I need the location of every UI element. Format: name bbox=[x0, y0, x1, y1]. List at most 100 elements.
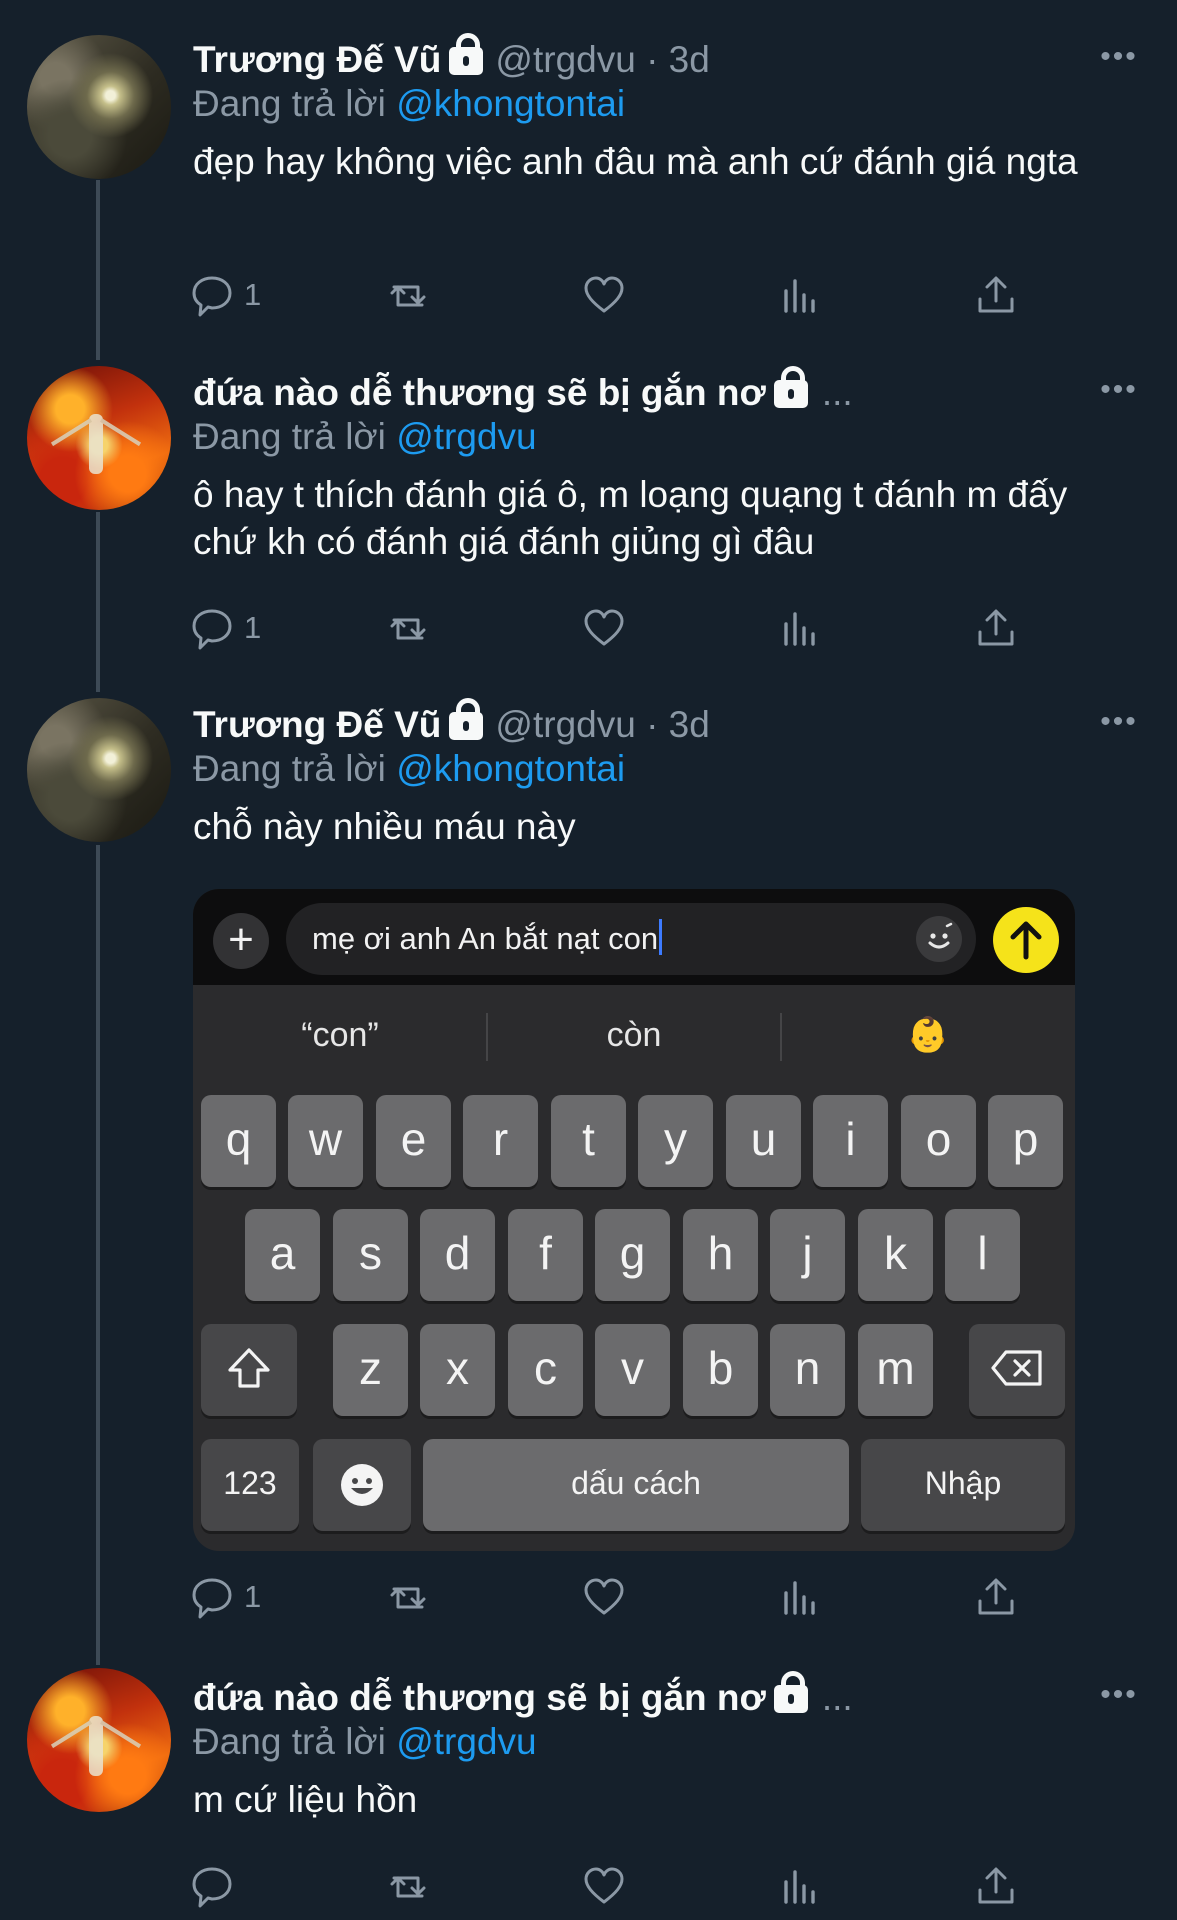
retweet-button[interactable] bbox=[386, 1856, 430, 1916]
emoji-key[interactable] bbox=[313, 1439, 411, 1531]
key-n[interactable]: n bbox=[770, 1324, 845, 1416]
key-i[interactable]: i bbox=[813, 1095, 888, 1187]
like-button[interactable] bbox=[582, 265, 626, 325]
key-x[interactable]: x bbox=[420, 1324, 495, 1416]
more-options-icon[interactable]: ••• bbox=[1099, 42, 1139, 72]
key-m[interactable]: m bbox=[858, 1324, 933, 1416]
key-t[interactable]: t bbox=[551, 1095, 626, 1187]
key-y[interactable]: y bbox=[638, 1095, 713, 1187]
avatar[interactable] bbox=[27, 698, 171, 842]
views-button[interactable] bbox=[778, 265, 822, 325]
key-v[interactable]: v bbox=[595, 1324, 670, 1416]
share-button[interactable] bbox=[974, 265, 1018, 325]
space-key[interactable]: dấu cách bbox=[423, 1439, 849, 1531]
replying-to-label: Đang trả lời bbox=[193, 748, 386, 789]
reply-mention-link[interactable]: @trgdvu bbox=[396, 1721, 536, 1762]
avatar[interactable] bbox=[27, 1668, 171, 1812]
key-q[interactable]: q bbox=[201, 1095, 276, 1187]
key-d[interactable]: d bbox=[420, 1209, 495, 1301]
analytics-icon bbox=[784, 1581, 815, 1615]
reply-button[interactable]: 1 bbox=[190, 598, 261, 658]
key-p[interactable]: p bbox=[988, 1095, 1063, 1187]
suggestion-1[interactable]: “con” bbox=[193, 1007, 487, 1063]
replying-to-label: Đang trả lời bbox=[193, 1721, 386, 1762]
backspace-icon bbox=[991, 1350, 1042, 1386]
suggestion-2[interactable]: còn bbox=[487, 1007, 781, 1063]
retweet-icon bbox=[390, 285, 426, 307]
reply-button[interactable] bbox=[190, 1856, 244, 1916]
tweet-text: ô hay t thích đánh giá ô, m loạng quạng … bbox=[193, 474, 1068, 562]
keyboard-screenshot: + mẹ ơi anh An bắt nạt con “con” còn 👶 q… bbox=[193, 889, 1075, 1551]
retweet-button[interactable] bbox=[386, 598, 430, 658]
key-s[interactable]: s bbox=[333, 1209, 408, 1301]
key-l[interactable]: l bbox=[945, 1209, 1020, 1301]
tweet[interactable]: Trương Đế Vũ @trgdvu · 3d ••• Đang trả lờ… bbox=[0, 30, 1177, 330]
retweet-button[interactable] bbox=[386, 1567, 430, 1627]
key-a[interactable]: a bbox=[245, 1209, 320, 1301]
key-f[interactable]: f bbox=[508, 1209, 583, 1301]
return-key[interactable]: Nhập bbox=[861, 1439, 1065, 1531]
views-button[interactable] bbox=[778, 598, 822, 658]
avatar[interactable] bbox=[27, 366, 171, 510]
like-button[interactable] bbox=[582, 598, 626, 658]
reply-count: 1 bbox=[244, 277, 262, 312]
send-button[interactable] bbox=[993, 907, 1059, 973]
like-button[interactable] bbox=[582, 1856, 626, 1916]
reply-mention-link[interactable]: @trgdvu bbox=[396, 416, 536, 457]
key-u[interactable]: u bbox=[726, 1095, 801, 1187]
key-o[interactable]: o bbox=[901, 1095, 976, 1187]
key-z[interactable]: z bbox=[333, 1324, 408, 1416]
shift-icon bbox=[228, 1348, 270, 1388]
suggestion-3[interactable]: 👶 bbox=[781, 1007, 1075, 1063]
key-c[interactable]: c bbox=[508, 1324, 583, 1416]
views-button[interactable] bbox=[778, 1567, 822, 1627]
message-input[interactable]: mẹ ơi anh An bắt nạt con bbox=[286, 903, 976, 975]
like-button[interactable] bbox=[582, 1567, 626, 1627]
analytics-icon bbox=[784, 279, 815, 313]
reply-count: 1 bbox=[244, 1579, 262, 1614]
key-r[interactable]: r bbox=[463, 1095, 538, 1187]
shift-key[interactable] bbox=[201, 1324, 297, 1416]
reply-mention-link[interactable]: @khongtontai bbox=[396, 748, 625, 789]
message-compose-bar: + mẹ ơi anh An bắt nạt con bbox=[193, 889, 1075, 985]
action-bar: 1 bbox=[190, 265, 1050, 325]
retweet-icon bbox=[390, 618, 426, 640]
more-options-icon[interactable]: ••• bbox=[1099, 375, 1139, 405]
key-b[interactable]: b bbox=[683, 1324, 758, 1416]
retweet-button[interactable] bbox=[386, 265, 430, 325]
more-options-icon[interactable]: ••• bbox=[1099, 707, 1139, 737]
reply-button[interactable]: 1 bbox=[190, 1567, 261, 1627]
plus-button[interactable]: + bbox=[213, 913, 269, 969]
share-button[interactable] bbox=[974, 1567, 1018, 1627]
text-caret bbox=[659, 919, 663, 955]
tweet[interactable]: đứa nào dễ thương sẽ bị gắn nơ... ••• Đa… bbox=[0, 1668, 1177, 1920]
backspace-key[interactable] bbox=[969, 1324, 1065, 1416]
more-options-icon[interactable]: ••• bbox=[1099, 1680, 1139, 1710]
reply-button[interactable]: 1 bbox=[190, 265, 261, 325]
reply-mention-link[interactable]: @khongtontai bbox=[396, 83, 625, 124]
views-button[interactable] bbox=[778, 1856, 822, 1916]
reply-icon bbox=[192, 1867, 232, 1908]
tweet[interactable]: đứa nào dễ thương sẽ bị gắn nơ... ••• Đa… bbox=[0, 363, 1177, 663]
analytics-icon bbox=[784, 1870, 815, 1904]
reply-icon bbox=[192, 609, 232, 650]
share-button[interactable] bbox=[974, 598, 1018, 658]
replying-to: Đang trả lời @khongtontai bbox=[193, 74, 625, 134]
key-g[interactable]: g bbox=[595, 1209, 670, 1301]
key-h[interactable]: h bbox=[683, 1209, 758, 1301]
numbers-key[interactable]: 123 bbox=[201, 1439, 299, 1531]
share-button[interactable] bbox=[974, 1856, 1018, 1916]
key-k[interactable]: k bbox=[858, 1209, 933, 1301]
share-icon bbox=[978, 1578, 1014, 1615]
sticker-icon[interactable] bbox=[916, 916, 962, 962]
retweet-icon bbox=[390, 1876, 426, 1898]
action-bar: 1 bbox=[190, 1567, 1050, 1627]
message-input-text: mẹ ơi anh An bắt nạt con bbox=[312, 921, 659, 956]
replying-to: Đang trả lời @trgdvu bbox=[193, 407, 537, 467]
key-j[interactable]: j bbox=[770, 1209, 845, 1301]
key-e[interactable]: e bbox=[376, 1095, 451, 1187]
key-w[interactable]: w bbox=[288, 1095, 363, 1187]
share-icon bbox=[978, 276, 1014, 313]
truncated-handle: ... bbox=[821, 1677, 853, 1718]
avatar[interactable] bbox=[27, 35, 171, 179]
